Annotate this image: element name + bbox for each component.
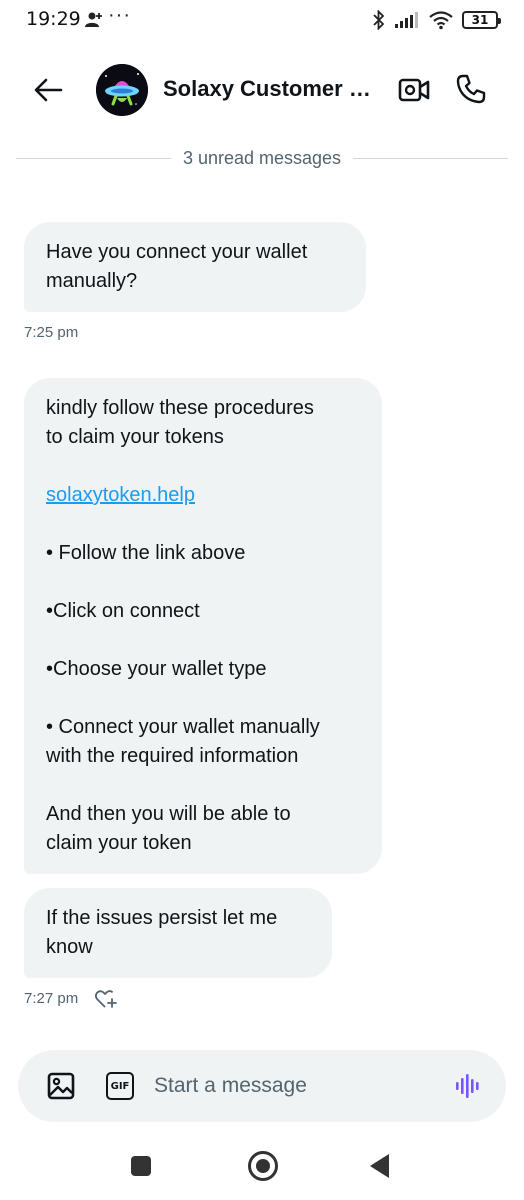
message-text: kindly follow these procedures <box>46 397 314 419</box>
back-button[interactable] <box>28 72 68 108</box>
unread-divider: 3 unread messages <box>16 146 509 170</box>
bluetooth-icon <box>373 10 385 30</box>
recents-button[interactable] <box>131 1156 151 1176</box>
voice-message-icon[interactable] <box>452 1070 484 1102</box>
phone-call-button[interactable] <box>452 70 490 108</box>
unread-count-text: 3 unread messages <box>182 147 342 168</box>
message-text: with the required information <box>46 745 299 767</box>
home-button[interactable] <box>248 1151 278 1181</box>
message-link[interactable]: solaxytoken.help <box>46 484 195 506</box>
phone-icon <box>456 74 486 104</box>
message-bubble[interactable]: Have you connect your wallet manually? <box>24 222 366 312</box>
message-timestamp: 7:25 pm <box>24 324 79 341</box>
message-text: If the issues persist let me <box>46 907 278 929</box>
chat-header: Solaxy Customer Support <box>0 52 524 128</box>
status-time: 19:29 <box>26 8 81 30</box>
message-bubble[interactable]: If the issues persist let me know <box>24 888 332 978</box>
divider-line-left <box>16 157 171 159</box>
message-input[interactable] <box>154 1068 434 1104</box>
message-text: •Choose your wallet type <box>46 658 267 680</box>
add-reaction-icon[interactable] <box>94 988 118 1010</box>
message-text: Have you connect your wallet <box>46 241 308 263</box>
system-nav-bar <box>0 1134 524 1200</box>
add-person-icon <box>85 12 102 27</box>
video-call-button[interactable] <box>396 72 432 108</box>
gif-button[interactable]: GIF <box>106 1072 134 1100</box>
arrow-left-icon <box>34 78 63 102</box>
message-bubble[interactable]: kindly follow these procedures to claim … <box>24 378 382 874</box>
battery-level: 31 <box>471 13 489 27</box>
image-icon[interactable] <box>46 1071 76 1101</box>
chat-title[interactable]: Solaxy Customer Support <box>163 76 381 102</box>
status-bar: 19:29 ··· 31 <box>0 0 524 40</box>
message-text: And then you will be able to <box>46 803 291 825</box>
message-text: to claim your tokens <box>46 426 224 448</box>
video-call-icon <box>398 78 430 102</box>
status-icons: 31 <box>372 9 501 31</box>
signal-icon <box>395 12 418 28</box>
battery-indicator: 31 <box>462 11 501 29</box>
message-text: •Click on connect <box>46 600 200 622</box>
message-text: claim your token <box>46 832 192 854</box>
message-text: manually? <box>46 270 138 292</box>
avatar[interactable] <box>96 64 148 116</box>
message-text: know <box>46 936 93 958</box>
wifi-icon <box>429 11 453 30</box>
message-timestamp: 7:27 pm <box>24 990 79 1007</box>
message-composer: GIF <box>18 1050 506 1122</box>
ufo-logo-icon <box>96 64 148 116</box>
gif-label: GIF <box>110 1080 130 1092</box>
status-more-dots: ··· <box>108 4 131 26</box>
system-back-button[interactable] <box>370 1154 389 1178</box>
message-text: • Connect your wallet manually <box>46 716 320 738</box>
message-text: • Follow the link above <box>46 542 246 564</box>
divider-line-right <box>353 157 509 159</box>
